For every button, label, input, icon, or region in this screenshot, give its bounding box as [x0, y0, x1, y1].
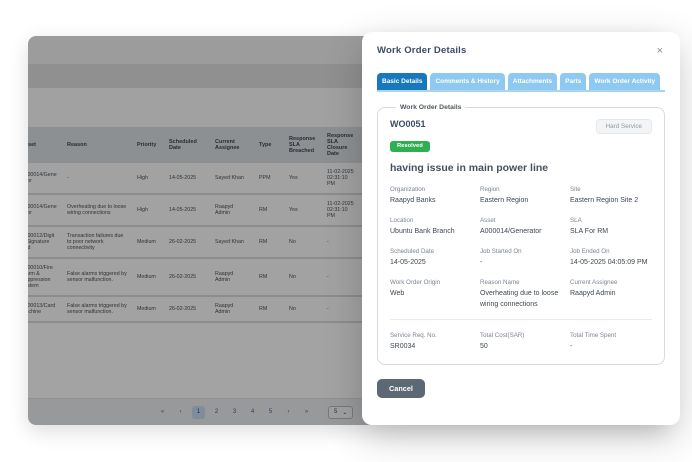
tab-attachments[interactable]: Attachments [508, 73, 557, 90]
tab-parts[interactable]: Parts [560, 73, 586, 90]
close-icon[interactable]: × [655, 45, 665, 58]
section-divider [390, 319, 652, 320]
field-sla: SLA SLA For RM [570, 217, 652, 237]
field-reason-name: Reason Name Overheating due to loose wir… [480, 279, 562, 309]
tab-comments-history[interactable]: Comments & History [430, 73, 504, 90]
details-grid: Organization Raapyd Banks Region Eastern… [390, 186, 652, 352]
tab-basic-details[interactable]: Basic Details [377, 73, 427, 90]
section-legend: Work Order Details [396, 104, 465, 111]
field-region: Region Eastern Region [480, 186, 562, 206]
field-total-time-spent: Total Time Spent - [570, 332, 652, 352]
field-total-cost: Total Cost(SAR) 50 [480, 332, 562, 352]
field-service-req-no: Service Req. No. SR0034 [390, 332, 472, 352]
work-order-details-section: Work Order Details WO0051 Hard Service R… [377, 104, 665, 365]
field-site: Site Eastern Region Site 2 [570, 186, 652, 206]
tab-work-order-activity[interactable]: Work Order Activity [589, 73, 660, 90]
work-order-number: WO0051 [390, 119, 426, 129]
modal-title: Work Order Details [377, 45, 466, 56]
work-order-summary: having issue in main power line [390, 162, 652, 174]
field-work-order-origin: Work Order Origin Web [390, 279, 472, 309]
field-job-ended-on: Job Ended On 14-05-2025 04:05:09 PM [570, 248, 652, 268]
modal-tabs: Basic Details Comments & History Attachm… [377, 73, 665, 92]
field-organization: Organization Raapyd Banks [390, 186, 472, 206]
field-asset: Asset A000014/Generator [480, 217, 562, 237]
work-order-details-modal: Work Order Details × Basic Details Comme… [362, 32, 680, 425]
field-location: Location Ubuntu Bank Branch [390, 217, 472, 237]
status-badge: Resolved [390, 141, 430, 152]
cancel-button[interactable]: Cancel [377, 379, 425, 398]
hard-service-button[interactable]: Hard Service [596, 119, 652, 134]
field-current-assignee: Current Assignee Raapyd Admin [570, 279, 652, 309]
field-job-started-on: Job Started On - [480, 248, 562, 268]
field-scheduled-date: Scheduled Date 14-05-2025 [390, 248, 472, 268]
